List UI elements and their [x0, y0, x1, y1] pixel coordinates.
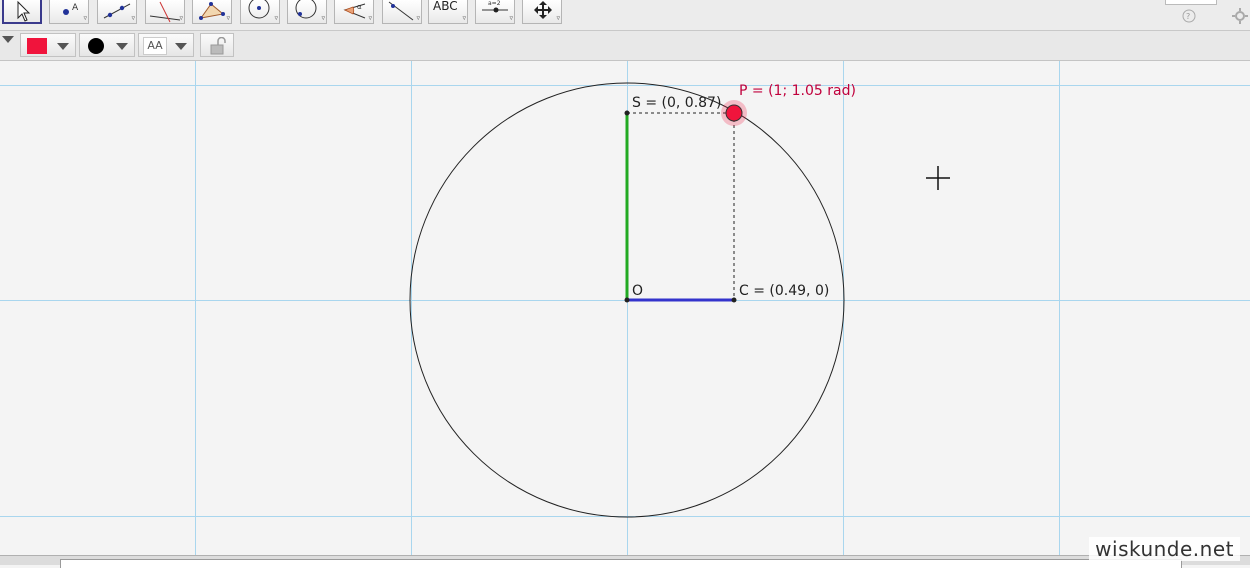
label-S: S = (0, 0.87)	[632, 95, 721, 111]
point-O[interactable]	[624, 297, 630, 303]
style-bar: AA	[0, 31, 1250, 61]
svg-text:α: α	[357, 3, 362, 11]
watermark: wiskunde.net	[1089, 537, 1240, 561]
color-button[interactable]	[20, 33, 76, 57]
svg-text:a=2: a=2	[488, 0, 501, 7]
text-tool[interactable]: ABC ▿	[428, 0, 468, 24]
text-style-button[interactable]: AA	[138, 33, 194, 57]
point-tool[interactable]: A ▿	[49, 0, 89, 24]
collapse-arrow-icon[interactable]	[2, 36, 14, 44]
help-icon[interactable]: ?	[1181, 8, 1197, 24]
label-C: C = (0.49, 0)	[739, 283, 829, 299]
window-tab[interactable]	[1165, 0, 1217, 5]
line-tool[interactable]: ▿	[97, 0, 137, 24]
construction: S = (0, 0.87) O C = (0.49, 0) P = (1; 1.…	[409, 82, 950, 518]
crosshair-cursor-icon	[926, 166, 950, 190]
circle-center-point-tool[interactable]: ▿	[240, 0, 280, 24]
polygon-tool[interactable]: ▿	[192, 0, 232, 24]
lock-icon	[210, 37, 226, 55]
move-view-tool[interactable]: ▿	[522, 0, 562, 24]
label-P: P = (1; 1.05 rad)	[739, 83, 856, 99]
window-controls: ?	[1165, 0, 1250, 30]
svg-text:ABC: ABC	[433, 0, 458, 13]
point-style-button[interactable]	[79, 33, 135, 57]
lock-button[interactable]	[200, 33, 234, 57]
label-O: O	[632, 283, 643, 299]
chevron-down-icon	[175, 43, 187, 50]
toolbar: A ▿ ▿ ▿ ▿ ▿ ▿ α ▿ ▿ ABC ▿ a=2 ▿ ▿ ?	[0, 0, 1250, 31]
slider-tool[interactable]: a=2 ▿	[475, 0, 515, 24]
point-P[interactable]	[725, 104, 743, 122]
chevron-down-icon	[116, 43, 128, 50]
move-tool[interactable]	[2, 0, 42, 24]
graphics-view[interactable]: S = (0, 0.87) O C = (0.49, 0) P = (1; 1.…	[0, 61, 1250, 555]
text-style-label: AA	[143, 37, 167, 55]
circle-through-point-tool[interactable]: ▿	[287, 0, 327, 24]
color-swatch	[27, 38, 47, 54]
angle-tool[interactable]: α ▿	[334, 0, 374, 24]
reflect-tool[interactable]: ▿	[382, 0, 422, 24]
perpendicular-tool[interactable]: ▿	[145, 0, 185, 24]
point-style-icon	[88, 38, 104, 54]
svg-text:?: ?	[1186, 12, 1190, 21]
gear-icon[interactable]	[1231, 7, 1249, 25]
point-C[interactable]	[731, 297, 737, 303]
move-tool-icon	[17, 0, 31, 22]
chevron-down-icon	[57, 43, 69, 50]
svg-text:A: A	[72, 3, 79, 13]
point-S[interactable]	[624, 110, 630, 116]
